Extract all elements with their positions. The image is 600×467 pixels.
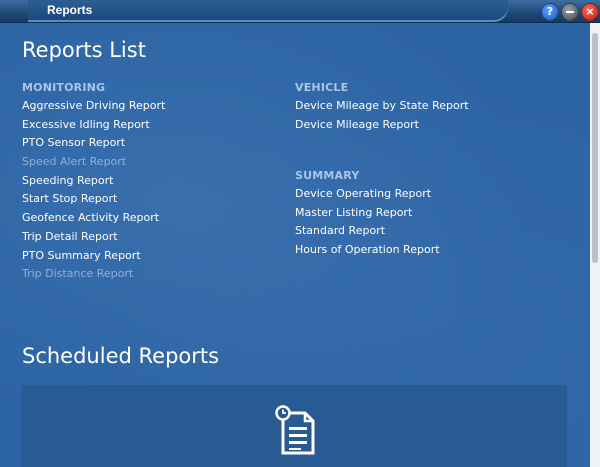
reports-list-heading: Reports List	[22, 38, 146, 62]
vehicle-report-list: Device Mileage by State Report Device Mil…	[295, 97, 469, 134]
report-link[interactable]: Start Stop Report	[22, 190, 165, 209]
report-link[interactable]: Device Operating Report	[295, 185, 440, 204]
vehicle-heading: VEHICLE	[295, 81, 349, 94]
report-link[interactable]: Excessive Idling Report	[22, 116, 165, 135]
vertical-scrollbar[interactable]	[590, 23, 600, 467]
reports-content: Reports List MONITORING Aggressive Drivi…	[0, 23, 590, 467]
report-link[interactable]: Aggressive Driving Report	[22, 97, 165, 116]
summary-report-list: Device Operating Report Master Listing Re…	[295, 185, 440, 260]
report-link[interactable]: Speeding Report	[22, 172, 165, 191]
help-button[interactable]: ?	[541, 3, 559, 21]
close-icon: ×	[585, 5, 595, 18]
title-tab	[28, 0, 508, 22]
report-link[interactable]: PTO Summary Report	[22, 247, 165, 266]
report-link: Speed Alert Report	[22, 155, 127, 169]
close-button[interactable]: ×	[581, 3, 599, 21]
window-title: Reports	[47, 3, 93, 17]
report-link[interactable]: Device Mileage Report	[295, 116, 469, 135]
scheduled-reports-heading: Scheduled Reports	[22, 344, 220, 368]
report-link[interactable]: Trip Detail Report	[22, 228, 165, 247]
scheduled-document-icon[interactable]	[275, 405, 317, 457]
monitoring-report-list: Aggressive Driving Report Excessive Idlin…	[22, 97, 165, 284]
report-link[interactable]: Geofence Activity Report	[22, 209, 165, 228]
report-link: Trip Distance Report	[22, 267, 134, 281]
report-link[interactable]: Device Mileage by State Report	[295, 97, 469, 116]
report-link[interactable]: Hours of Operation Report	[295, 241, 440, 260]
minimize-icon	[566, 11, 574, 13]
report-link[interactable]: Standard Report	[295, 222, 440, 241]
minimize-button[interactable]	[561, 3, 579, 21]
summary-heading: SUMMARY	[295, 169, 360, 182]
monitoring-heading: MONITORING	[22, 81, 106, 94]
title-bar: Reports ? ×	[0, 0, 600, 23]
report-link[interactable]: Master Listing Report	[295, 204, 440, 223]
scheduled-reports-panel	[22, 385, 567, 467]
scrollbar-thumb[interactable]	[592, 33, 598, 263]
help-icon: ?	[546, 5, 554, 18]
report-link[interactable]: PTO Sensor Report	[22, 134, 165, 153]
